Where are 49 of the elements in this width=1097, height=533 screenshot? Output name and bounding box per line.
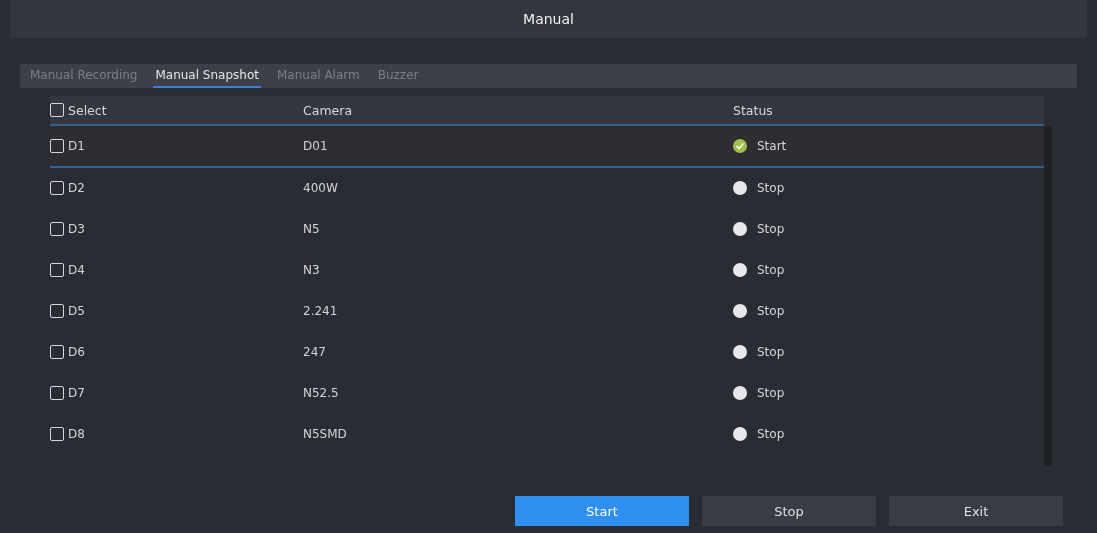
channel-label: D7 [68, 386, 85, 400]
checkbox[interactable] [50, 386, 64, 400]
column-header: Camera [303, 102, 353, 118]
checkbox[interactable] [50, 181, 64, 195]
status-text: Stop [757, 304, 785, 318]
window-title: Manual [10, 0, 1087, 38]
status-text: Stop [757, 263, 785, 277]
camera-name: D01 [303, 139, 328, 153]
camera-name: N5SMD [303, 427, 347, 441]
camera-name: 400W [303, 181, 338, 195]
stop-button[interactable]: Stop [702, 496, 876, 526]
camera-name: 247 [303, 345, 326, 359]
column-header: Status [733, 102, 773, 118]
status-text: Stop [757, 345, 785, 359]
table-row[interactable]: D8 N5SMD Stop [50, 414, 1044, 455]
checkbox[interactable] [50, 263, 64, 277]
checkbox[interactable] [50, 222, 64, 236]
camera-name: N52.5 [303, 386, 339, 400]
channel-label: D8 [68, 427, 85, 441]
scrollbar[interactable] [1044, 126, 1052, 466]
table-row[interactable]: D5 2.241 Stop [50, 291, 1044, 332]
tab[interactable]: Manual Snapshot [153, 64, 261, 88]
status-text: Stop [757, 427, 785, 441]
exit-button[interactable]: Exit [889, 496, 1063, 526]
checkbox[interactable] [50, 139, 64, 153]
checkbox[interactable] [50, 427, 64, 441]
camera-name: N3 [303, 263, 320, 277]
status-text: Start [757, 139, 787, 153]
checkbox[interactable] [50, 103, 64, 117]
status-text: Stop [757, 181, 785, 195]
channel-label: D6 [68, 345, 85, 359]
table-row[interactable]: D1 D01 Start [50, 126, 1044, 168]
table-row[interactable]: D4 N3 Stop [50, 250, 1044, 291]
channel-label: D2 [68, 181, 85, 195]
checkbox[interactable] [50, 304, 64, 318]
table-row[interactable]: D3 N5 Stop [50, 209, 1044, 250]
channel-label: D5 [68, 304, 85, 318]
status-text: Stop [757, 386, 785, 400]
channel-label: D4 [68, 263, 85, 277]
camera-name: 2.241 [303, 304, 338, 318]
channel-label: D3 [68, 222, 85, 236]
status-text: Stop [757, 222, 785, 236]
column-header: Select [68, 102, 107, 118]
table-row[interactable]: D7 N52.5 Stop [50, 373, 1044, 414]
camera-name: N5 [303, 222, 320, 236]
checkbox[interactable] [50, 345, 64, 359]
channel-label: D1 [68, 139, 85, 153]
table-row[interactable]: D6 247 Stop [50, 332, 1044, 373]
table-row[interactable]: D2 400W Stop [50, 168, 1044, 209]
